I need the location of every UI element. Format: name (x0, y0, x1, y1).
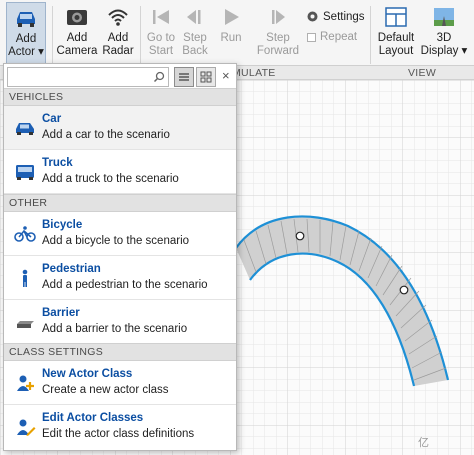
3d-display-label-2: Display ▾ (420, 45, 468, 57)
add-radar-label-1: Add (107, 32, 129, 44)
step-back-label-1: Step (183, 32, 207, 44)
truck-icon (16, 165, 34, 180)
pedestrian-icon (22, 269, 28, 287)
go-to-start-label-1: Go to (146, 32, 176, 44)
watermark-logo: 亿 (418, 437, 429, 449)
add-actor-label-1: Add (15, 33, 37, 45)
new-class-icon (17, 375, 34, 391)
layout-icon (385, 7, 407, 27)
add-radar-label-2: Radar (102, 45, 134, 57)
settings-label: Settings (323, 10, 365, 23)
menu-item-description: Edit the actor class definitions (42, 428, 195, 440)
step-back-icon (187, 10, 201, 24)
group-header-class-settings: CLASS SETTINGS (4, 343, 236, 361)
menu-item-title: Car (42, 113, 62, 125)
settings-button[interactable]: Settings (306, 10, 365, 23)
3d-scene-icon (434, 8, 454, 26)
add-camera-button[interactable]: Add Camera (56, 2, 98, 64)
search-icon (153, 71, 165, 83)
menu-item-title: Truck (42, 157, 73, 169)
add-radar-button[interactable]: Add Radar (100, 2, 136, 64)
add-actor-label-2: Actor ▾ (8, 46, 44, 58)
separator (52, 6, 53, 64)
menu-item-pedestrian[interactable]: Pedestrian Add a pedestrian to the scena… (4, 256, 236, 300)
step-forward-button[interactable]: Step Forward (255, 2, 301, 64)
gear-icon (307, 11, 318, 22)
repeat-toggle[interactable]: Repeat (307, 31, 357, 43)
menu-item-description: Add a car to the scenario (42, 129, 170, 141)
menu-item-title: Barrier (42, 307, 80, 319)
camera-icon (67, 10, 87, 25)
separator (370, 6, 371, 64)
close-icon[interactable]: × (222, 68, 230, 83)
add-actor-dropdown: × VEHICLES Car Add a car to the scenario… (3, 63, 237, 451)
menu-item-bicycle[interactable]: Bicycle Add a bicycle to the scenario (4, 212, 236, 256)
run-label: Run (220, 32, 242, 44)
list-view-button[interactable] (174, 67, 194, 87)
step-forward-label-2: Forward (256, 45, 300, 57)
default-layout-label-1: Default (377, 32, 415, 44)
toolstrip: Add Actor ▾ Add Camera Add Radar Go to S… (0, 0, 474, 66)
menu-item-title: Pedestrian (42, 263, 101, 275)
menu-item-description: Add a barrier to the scenario (42, 323, 188, 335)
default-layout-label-2: Layout (378, 45, 414, 57)
add-camera-label-1: Add (66, 32, 88, 44)
repeat-label: Repeat (320, 31, 358, 43)
skip-back-icon (153, 10, 169, 24)
edit-class-icon (17, 419, 36, 436)
step-forward-label-1: Step (266, 32, 290, 44)
bicycle-icon (14, 226, 36, 242)
menu-item-new-actor-class[interactable]: New Actor Class Create a new actor class (4, 361, 236, 405)
menu-item-title: Edit Actor Classes (42, 412, 144, 424)
menu-item-description: Add a pedestrian to the scenario (42, 279, 208, 291)
separator (140, 6, 141, 64)
grid-view-button[interactable] (196, 67, 216, 87)
go-to-start-label-2: Start (148, 45, 174, 57)
checkbox-icon (307, 32, 316, 42)
play-icon (225, 9, 239, 25)
go-to-start-button[interactable]: Go to Start (143, 2, 179, 64)
menu-item-title: Bicycle (42, 219, 83, 231)
section-label-view: VIEW (408, 67, 437, 79)
road-waypoint[interactable] (399, 285, 409, 295)
barrier-icon (17, 321, 34, 328)
car-icon (16, 123, 34, 135)
default-layout-button[interactable]: Default Layout (374, 2, 418, 64)
menu-item-title: New Actor Class (42, 368, 133, 380)
step-forward-icon (272, 10, 285, 24)
menu-item-car[interactable]: Car Add a car to the scenario (4, 106, 236, 150)
add-actor-button[interactable]: Add Actor ▾ (6, 2, 46, 64)
list-view-icon (179, 73, 189, 81)
run-button[interactable]: Run (215, 2, 247, 64)
menu-item-truck[interactable]: Truck Add a truck to the scenario (4, 150, 236, 194)
step-back-button[interactable]: Step Back (179, 2, 211, 64)
grid-view-icon (200, 71, 212, 83)
search-box[interactable] (7, 67, 169, 87)
search-input[interactable] (8, 69, 148, 87)
road-waypoint[interactable] (295, 231, 305, 241)
menu-item-description: Create a new actor class (42, 384, 169, 396)
step-back-label-2: Back (182, 45, 208, 57)
3d-display-button[interactable]: 3D Display ▾ (420, 2, 468, 64)
menu-item-description: Add a truck to the scenario (42, 173, 179, 185)
3d-display-label-1: 3D (436, 32, 452, 44)
menu-item-barrier[interactable]: Barrier Add a barrier to the scenario (4, 300, 236, 344)
menu-item-description: Add a bicycle to the scenario (42, 235, 190, 247)
radar-icon (108, 9, 128, 26)
add-camera-label-2: Camera (56, 45, 98, 57)
car-icon (17, 12, 35, 27)
group-header-other: OTHER (4, 194, 236, 212)
group-header-vehicles: VEHICLES (4, 88, 236, 106)
section-label-simulate: MULATE (232, 67, 276, 79)
menu-item-edit-actor-classes[interactable]: Edit Actor Classes Edit the actor class … (4, 405, 236, 449)
